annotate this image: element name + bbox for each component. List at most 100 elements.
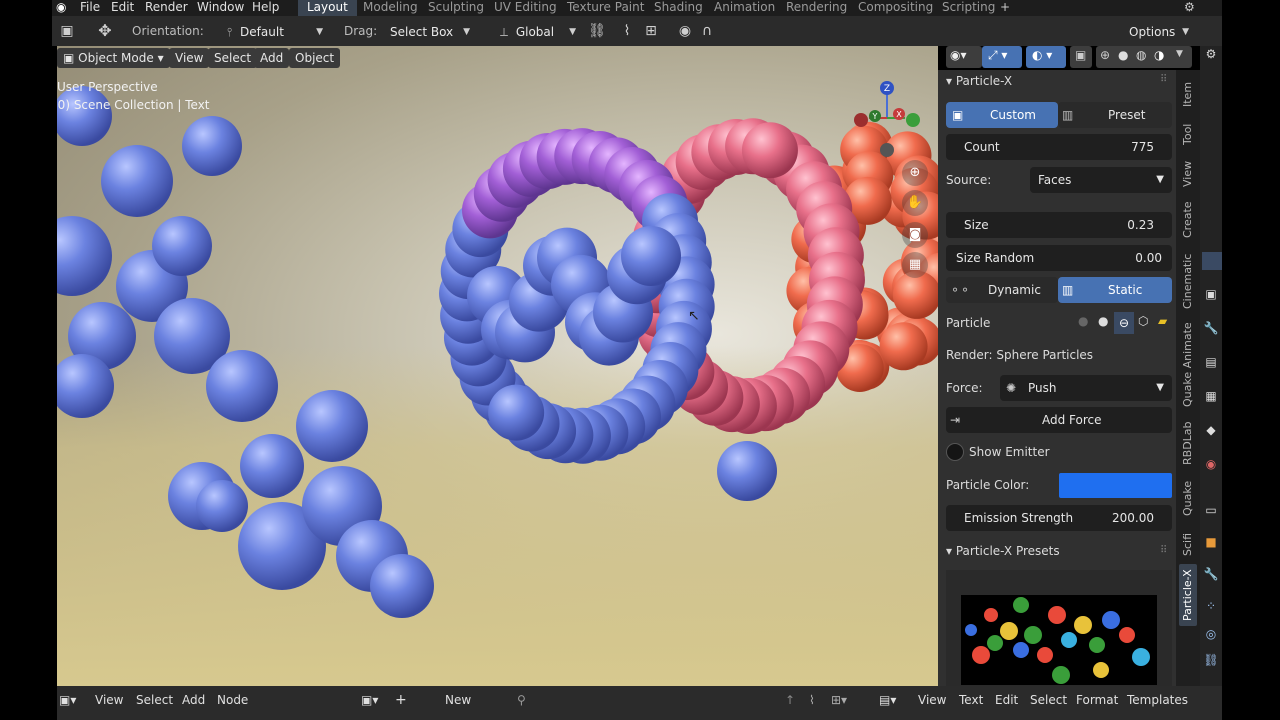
source-dropdown[interactable]: Faces ▼ xyxy=(1030,167,1172,193)
drag-handle-icon[interactable]: ⠿ xyxy=(1160,545,1167,556)
world-properties-icon[interactable]: ◉ xyxy=(1203,456,1219,472)
tab-modeling[interactable]: Modeling xyxy=(363,0,418,16)
text-menu-format[interactable]: Format xyxy=(1076,686,1118,714)
tab-view[interactable]: View xyxy=(1179,158,1197,190)
folder-particle-icon[interactable]: ▰ xyxy=(1158,314,1167,328)
navigation-gizmo[interactable]: Z Y X xyxy=(847,78,927,158)
tab-quake-animate[interactable]: Quake Animate xyxy=(1179,320,1197,410)
camera-icon[interactable]: ◙ xyxy=(902,222,928,248)
visibility-dropdown[interactable]: ◉▾ xyxy=(946,46,982,68)
tab-item[interactable]: Item xyxy=(1179,76,1197,112)
emission-strength-field[interactable]: Emission Strength 200.00 xyxy=(946,505,1172,531)
material-shading-icon[interactable]: ◍ xyxy=(1136,48,1146,62)
add-icon[interactable]: + xyxy=(395,686,407,714)
falloff-icon[interactable]: ∩ xyxy=(698,22,716,40)
render-properties-icon[interactable]: ▣ xyxy=(1203,286,1219,302)
count-field[interactable]: Count 775 xyxy=(946,134,1172,160)
pin-icon[interactable]: ⚲ xyxy=(517,686,526,714)
overlay-toggle[interactable]: ◐ ▾ xyxy=(1026,46,1066,68)
editor-type-icon[interactable]: ▣ xyxy=(58,22,76,40)
properties-tool-icon[interactable]: ⚙ xyxy=(1203,46,1219,62)
text-menu-view[interactable]: View xyxy=(918,686,946,714)
gizmo-toggle[interactable]: ⤢ ▾ xyxy=(982,46,1022,68)
menu-file[interactable]: File xyxy=(80,0,100,16)
add-workspace-button[interactable]: + xyxy=(1000,0,1010,16)
object-properties-icon[interactable]: ■ xyxy=(1203,534,1219,550)
blender-logo-icon[interactable]: ◉ xyxy=(56,0,66,16)
modifier-icon[interactable]: 🔧 xyxy=(1203,566,1219,582)
tab-shading[interactable]: Shading xyxy=(654,0,703,16)
wrench-icon[interactable]: 🔧 xyxy=(1203,320,1219,336)
particles-icon[interactable]: ⁘ xyxy=(1203,598,1219,614)
bottom-menu-view[interactable]: View xyxy=(95,686,123,714)
show-emitter-checkbox[interactable] xyxy=(946,443,964,461)
bottom-menu-select[interactable]: Select xyxy=(136,686,173,714)
menu-window[interactable]: Window xyxy=(197,0,244,16)
rendered-shading-icon[interactable]: ◑ xyxy=(1154,48,1164,62)
size-field[interactable]: Size 0.23 xyxy=(946,212,1172,238)
tab-texture-paint[interactable]: Texture Paint xyxy=(567,0,644,16)
snap-icon[interactable]: ⌇ xyxy=(618,22,636,40)
transform-pivot-icon[interactable]: ✥ xyxy=(96,22,114,40)
tab-cinematic[interactable]: Cinematic xyxy=(1179,250,1197,312)
transform-orientation-dropdown[interactable]: ⟂ Global ▼ xyxy=(500,21,576,43)
solid-particle-icon[interactable]: ● xyxy=(1098,314,1108,328)
node-tree-type-icon[interactable]: ▣▾ xyxy=(361,686,378,714)
xray-toggle[interactable]: ▣ xyxy=(1070,46,1092,68)
node-grid-icon[interactable]: ⊞▾ xyxy=(831,686,847,714)
physics-icon[interactable]: ◎ xyxy=(1203,626,1219,642)
tab-compositing[interactable]: Compositing xyxy=(858,0,933,16)
tab-rendering[interactable]: Rendering xyxy=(786,0,847,16)
cube-particle-icon[interactable]: ⬡ xyxy=(1138,314,1148,328)
pivot-point-icon[interactable]: ⛓ xyxy=(588,22,606,40)
disc-particle-icon[interactable]: ⊖ xyxy=(1114,312,1134,334)
custom-button[interactable]: ▣ Custom xyxy=(946,102,1058,128)
tab-rbdlab[interactable]: RBDLab xyxy=(1179,418,1197,468)
text-menu-templates[interactable]: Templates xyxy=(1127,686,1188,714)
text-menu-edit[interactable]: Edit xyxy=(995,686,1018,714)
tab-scifi[interactable]: Scifi xyxy=(1179,528,1197,560)
drag-dropdown[interactable]: Select Box ▼ xyxy=(390,21,470,43)
object-mode-dropdown[interactable]: ▣ Object Mode ▾ xyxy=(57,48,170,68)
viewport-menu-add[interactable]: Add xyxy=(254,48,290,68)
presets-panel-title[interactable]: ▾ Particle-X Presets xyxy=(946,540,1060,562)
viewport-menu-object[interactable]: Object xyxy=(289,48,341,68)
text-menu-text[interactable]: Text xyxy=(959,686,983,714)
add-force-button[interactable]: ⇥ Add Force xyxy=(946,407,1172,433)
3d-viewport[interactable]: ▣ Object Mode ▾ View Select Add Object U… xyxy=(57,46,938,686)
orientation-dropdown[interactable]: ⫯ Default ▼ xyxy=(227,21,323,43)
size-random-field[interactable]: Size Random 0.00 xyxy=(946,245,1172,271)
tab-create[interactable]: Create xyxy=(1179,198,1197,242)
wireframe-shading-icon[interactable]: ⊕ xyxy=(1100,48,1110,62)
scene-icon[interactable]: ⚙ xyxy=(1184,0,1195,16)
tab-sculpting[interactable]: Sculpting xyxy=(428,0,484,16)
text-editor-type-icon[interactable]: ▤▾ xyxy=(879,686,896,714)
scene-properties-icon[interactable]: ◆ xyxy=(1203,422,1219,438)
preset-thumbnail[interactable] xyxy=(961,595,1157,685)
chevron-down-icon[interactable]: ▼ xyxy=(1176,49,1183,59)
view-layer-icon[interactable]: ▦ xyxy=(1203,388,1219,404)
node-editor-type-icon[interactable]: ▣▾ xyxy=(59,686,76,714)
viewport-menu-select[interactable]: Select xyxy=(208,48,258,68)
drag-handle-icon[interactable]: ⠿ xyxy=(1160,74,1167,85)
bottom-menu-add[interactable]: Add xyxy=(182,686,205,714)
tab-particle-x[interactable]: Particle-X xyxy=(1179,564,1197,626)
snap-target-icon[interactable]: ⊞ xyxy=(642,22,660,40)
options-dropdown[interactable]: Options ▼ xyxy=(1129,21,1189,43)
menu-edit[interactable]: Edit xyxy=(111,0,134,16)
text-menu-select[interactable]: Select xyxy=(1030,686,1067,714)
viewport-menu-view[interactable]: View xyxy=(169,48,210,68)
static-button[interactable]: ▥ Static xyxy=(1058,277,1172,303)
bottom-menu-node[interactable]: Node xyxy=(217,686,248,714)
panel-title[interactable]: ▾ Particle-X xyxy=(946,70,1012,92)
grid-toggle-icon[interactable]: ▦ xyxy=(902,252,928,278)
tab-tool[interactable]: Tool xyxy=(1179,118,1197,150)
dynamic-button[interactable]: ⚬⚬ Dynamic xyxy=(946,277,1058,303)
collection-icon[interactable]: ▭ xyxy=(1203,502,1219,518)
output-properties-icon[interactable]: ▤ xyxy=(1203,354,1219,370)
menu-render[interactable]: Render xyxy=(145,0,188,16)
force-dropdown[interactable]: ✺ Push ▼ xyxy=(1000,375,1172,401)
solid-shading-icon[interactable]: ● xyxy=(1118,48,1128,62)
tab-layout[interactable]: Layout xyxy=(298,0,357,16)
parent-node-icon[interactable]: ↑ xyxy=(785,686,795,714)
